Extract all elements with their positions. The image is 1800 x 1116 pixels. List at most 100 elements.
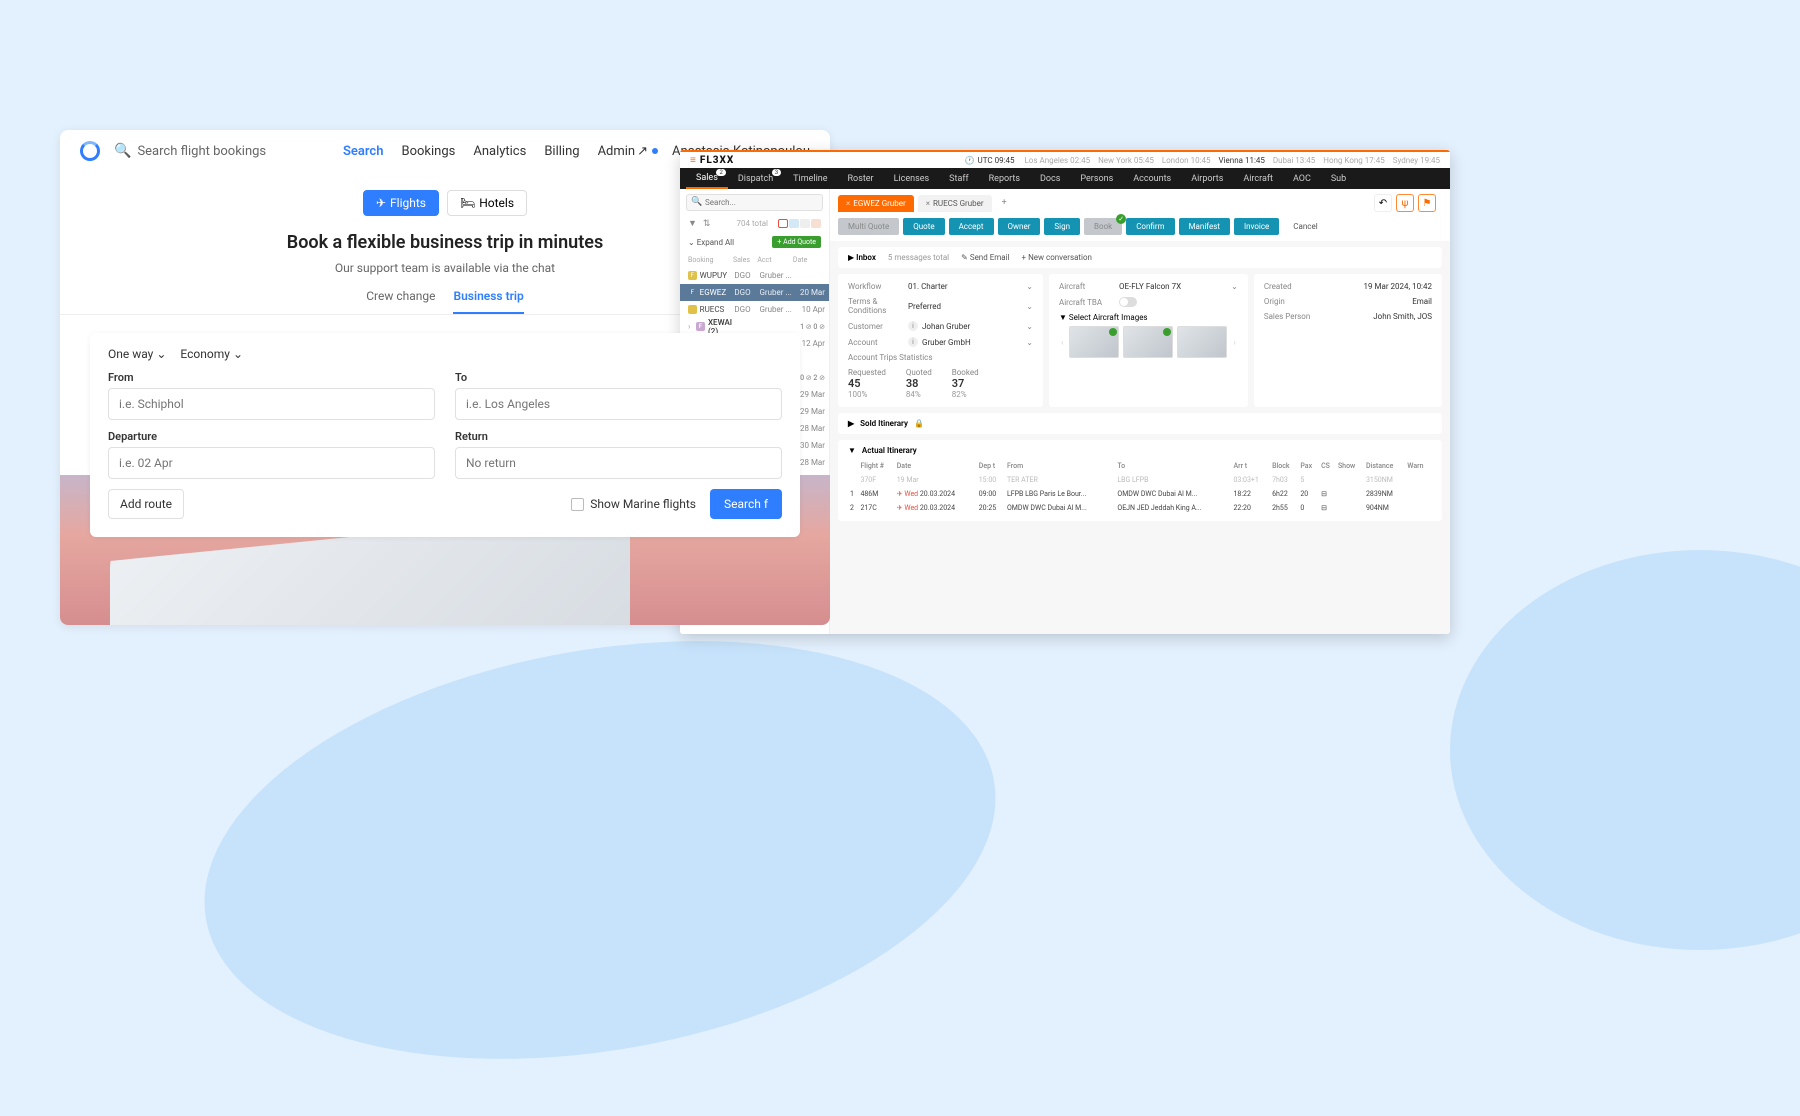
col-flight: Flight # (858, 459, 894, 473)
terms-select[interactable]: Preferred (908, 302, 1026, 311)
sidebar-search-input[interactable] (686, 194, 823, 211)
nav-analytics[interactable]: Analytics (473, 144, 526, 159)
aircraft-select[interactable]: OE-FLY Falcon 7X (1119, 282, 1231, 291)
expand-all-button[interactable]: ⌄ Expand All (688, 238, 734, 247)
col-dist: Distance (1364, 459, 1405, 473)
workflow-accept-button[interactable]: Accept (949, 218, 994, 235)
undo-button[interactable]: ↶ (1374, 194, 1392, 212)
inbox-toggle[interactable]: ▶ Inbox (848, 253, 876, 262)
status-filter-chips[interactable] (778, 219, 821, 228)
nav-accounts[interactable]: Accounts (1123, 168, 1181, 189)
nav-timeline[interactable]: Timeline (783, 168, 837, 189)
itinerary-row[interactable]: 370F19 Mar15:00TER ATERLBG LFPB03:03+17h… (848, 473, 1432, 487)
nav-docs[interactable]: Docs (1030, 168, 1070, 189)
marine-checkbox[interactable]: Show Marine flights (571, 497, 696, 511)
workflow-sign-button[interactable]: Sign (1044, 218, 1080, 235)
quote-tab[interactable]: ×RUECS Gruber (918, 195, 992, 212)
sidebar-item[interactable]: FEGWEZDGOGruber ...20 Mar (680, 284, 829, 301)
from-input[interactable] (108, 388, 435, 420)
filter-icon[interactable]: ▼ (688, 218, 697, 229)
nav-admin[interactable]: Admin↗ (598, 144, 658, 159)
workflow-invoice-button[interactable]: Invoice (1234, 218, 1279, 235)
workflow-owner-button[interactable]: Owner (998, 218, 1041, 235)
sidebar-item[interactable]: RUECSDGOGruber ...10 Apr (680, 301, 829, 318)
add-route-button[interactable]: Add route (108, 489, 184, 519)
actual-itinerary-toggle[interactable]: ▼ Actual Itinerary (848, 446, 1432, 455)
timezone-item[interactable]: Sydney 19:45 (1393, 156, 1440, 165)
workflow-cancel-button[interactable]: Cancel (1283, 218, 1327, 235)
customer-select[interactable]: Johan Gruber (922, 322, 1026, 331)
aircraft-tba-toggle[interactable] (1119, 297, 1137, 307)
col-acct: Acct (757, 256, 793, 264)
pill-flights[interactable]: ✈Flights (363, 190, 439, 216)
nav-sub[interactable]: Sub (1321, 168, 1356, 189)
sort-icon[interactable]: ⇅ (703, 219, 711, 229)
search-icon[interactable]: 🔍 (114, 143, 131, 159)
departure-input[interactable] (108, 447, 435, 479)
to-input[interactable] (455, 388, 782, 420)
bed-icon: 🛏 (460, 196, 475, 210)
chevron-down-icon: ⌄ (233, 347, 243, 361)
itinerary-row[interactable]: 2217C✈ Wed 20.03.202420:25OMDW DWC Dubai… (848, 501, 1432, 515)
timezone-item[interactable]: Hong Kong 17:45 (1323, 156, 1384, 165)
workflow-quote-button[interactable]: Quote (903, 218, 944, 235)
workflow-book-button[interactable]: Book✓ (1084, 218, 1122, 235)
nav-airports[interactable]: Airports (1181, 168, 1233, 189)
aircraft-label: Aircraft (1059, 282, 1119, 291)
workflow-select[interactable]: 01. Charter (908, 282, 1026, 291)
gallery-next-button[interactable]: › (1231, 338, 1237, 347)
pill-hotels[interactable]: 🛏Hotels (447, 190, 527, 216)
customer-label: Customer (848, 322, 908, 331)
close-icon[interactable]: × (926, 199, 930, 208)
itinerary-row[interactable]: 1486M✈ Wed 20.03.202409:00LFPB LBG Paris… (848, 487, 1432, 501)
nav-billing[interactable]: Billing (544, 144, 579, 159)
info-icon[interactable]: i (908, 321, 918, 331)
send-email-button[interactable]: ✎ Send Email (961, 253, 1009, 262)
nav-reports[interactable]: Reports (979, 168, 1030, 189)
add-quote-button[interactable]: + Add Quote (772, 236, 821, 248)
info-icon[interactable]: i (908, 337, 918, 347)
search-flights-button[interactable]: Search f (710, 489, 782, 519)
aircraft-thumb[interactable] (1177, 326, 1227, 358)
aircraft-images-title[interactable]: ▼ Select Aircraft Images (1059, 313, 1238, 322)
timezone-item[interactable]: Vienna 11:45 (1219, 156, 1265, 165)
cabin-class-selector[interactable]: Economy⌄ (180, 347, 243, 361)
account-select[interactable]: Gruber GmbH (922, 338, 1026, 347)
nav-bookings[interactable]: Bookings (401, 144, 455, 159)
tab-crew-change[interactable]: Crew change (366, 289, 435, 314)
workflow-confirm-button[interactable]: Confirm (1126, 218, 1174, 235)
nav-search[interactable]: Search (343, 144, 384, 159)
sidebar-item[interactable]: FWUPUYDGOGruber ... (680, 267, 829, 284)
gallery-prev-button[interactable]: ‹ (1059, 338, 1065, 347)
nav-dispatch[interactable]: Dispatch3 (728, 168, 783, 189)
nav-aoc[interactable]: AOC (1283, 168, 1321, 189)
new-conversation-button[interactable]: + New conversation (1022, 253, 1092, 262)
workflow-manifest-button[interactable]: Manifest (1179, 218, 1230, 235)
check-icon (1163, 328, 1171, 336)
return-input[interactable] (455, 447, 782, 479)
nav-persons[interactable]: Persons (1070, 168, 1123, 189)
quote-tab[interactable]: ×EGWEZ Gruber (838, 195, 914, 212)
timezone-item[interactable]: London 10:45 (1162, 156, 1211, 165)
timezone-item[interactable]: Los Angeles 02:45 (1025, 156, 1091, 165)
timezone-item[interactable]: Dubai 13:45 (1273, 156, 1315, 165)
nav-aircraft[interactable]: Aircraft (1233, 168, 1283, 189)
nav-staff[interactable]: Staff (939, 168, 978, 189)
sold-itinerary-toggle[interactable]: ▶ Sold Itinerary 🔒 (848, 419, 1432, 428)
trip-type-selector[interactable]: One way⌄ (108, 347, 166, 361)
route-button[interactable]: ψ (1396, 194, 1414, 212)
notification-dot-icon (652, 148, 658, 154)
nav-licenses[interactable]: Licenses (884, 168, 940, 189)
workflow-multi-quote-button[interactable]: Multi Quote (838, 218, 899, 235)
add-tab-button[interactable]: + (996, 194, 1013, 212)
nav-sales[interactable]: Sales2 (686, 168, 728, 189)
search-input[interactable]: Search flight bookings (137, 144, 266, 159)
flag-button[interactable]: ⚑ (1418, 194, 1436, 212)
itinerary-table: Flight # Date Dep t From To Arr t Block … (848, 459, 1432, 515)
aircraft-thumb[interactable] (1123, 326, 1173, 358)
tab-business-trip[interactable]: Business trip (453, 289, 523, 314)
aircraft-thumb[interactable] (1069, 326, 1119, 358)
timezone-item[interactable]: New York 05:45 (1098, 156, 1154, 165)
close-icon[interactable]: × (846, 199, 850, 208)
nav-roster[interactable]: Roster (838, 168, 884, 189)
